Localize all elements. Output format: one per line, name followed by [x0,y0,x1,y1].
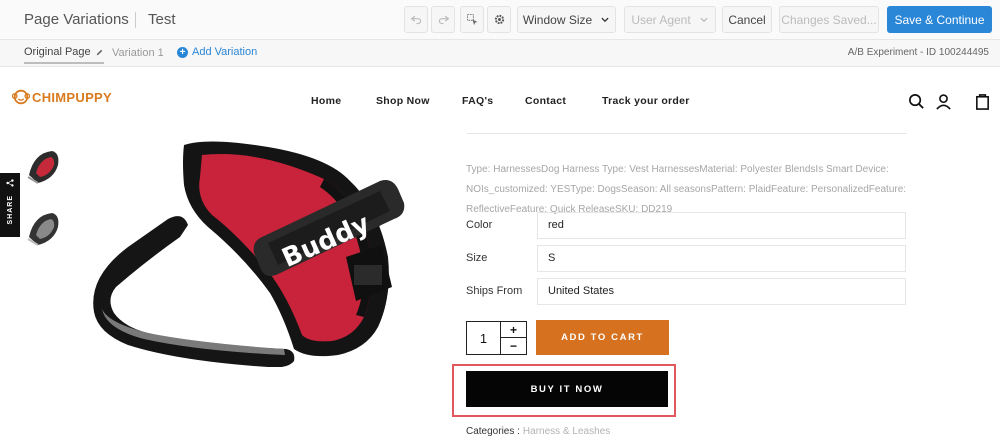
buy-it-now-button[interactable]: BUY IT NOW [466,371,668,407]
product-description: Type: HarnessesDog Harness Type: Vest Ha… [466,164,907,215]
share-label: SHARE [6,195,14,225]
color-label: Color [466,219,493,231]
window-size-label: Window Size [522,12,593,27]
nav-home[interactable]: Home [311,95,341,107]
undo-button[interactable] [404,6,428,33]
gear-icon [494,14,504,25]
nav-faqs[interactable]: FAQ's [462,95,493,107]
search-icon[interactable] [908,93,925,110]
element-select-button[interactable] [460,6,484,33]
category-link[interactable]: Harness & Leashes [523,426,610,437]
cancel-button[interactable]: Cancel [722,6,772,33]
user-agent-dropdown[interactable]: User Agent [624,6,716,33]
share-button[interactable]: SHARE [0,173,20,237]
tab-original-page[interactable]: Original Page [24,46,104,64]
window-size-dropdown[interactable]: Window Size [517,6,616,33]
redo-button[interactable] [431,6,455,33]
element-select-icon [466,14,477,26]
monkey-logo-icon [12,89,30,105]
quantity-decrease-button[interactable]: − [500,338,526,354]
quantity-increase-button[interactable]: + [500,322,526,338]
undo-icon [410,15,421,25]
test-name[interactable]: Test [148,11,176,28]
categories-label: Categories : [466,426,520,437]
product-image: Buddy [93,141,405,367]
ships-from-label: Ships From [466,285,523,297]
quantity-input[interactable]: 1 [467,322,500,354]
variations-bar: Original Page Variation 1 + Add Variatio… [0,40,1000,67]
tab-variation-1[interactable]: Variation 1 [112,47,164,59]
quantity-stepper: 1 + − [466,321,527,355]
add-variation-label: Add Variation [192,46,258,58]
logo-text: CHIMPUPPY [32,89,112,105]
nav-track-order[interactable]: Track your order [602,95,690,107]
changes-saved-status: Changes Saved... [779,6,879,33]
share-icon [6,179,14,187]
toolbar-divider [135,12,136,28]
categories: Categories : Harness & Leashes [466,426,610,437]
chevron-down-icon [700,17,708,22]
ships-from-value: United States [537,278,906,305]
save-continue-button[interactable]: Save & Continue [887,6,992,33]
experiment-id: A/B Experiment - ID 100244495 [847,47,989,58]
product-thumbnail-1[interactable] [24,145,64,187]
account-icon[interactable] [935,93,952,110]
size-value: S [537,245,906,272]
tab-original-label: Original Page [24,46,91,58]
plus-circle-icon: + [177,46,188,58]
product-thumbnail-2[interactable] [24,207,64,249]
cart-icon[interactable] [974,93,991,110]
add-to-cart-button[interactable]: ADD TO CART [536,320,669,355]
divider [467,133,907,134]
editor-title: Page Variations [24,11,129,28]
color-value: red [537,212,906,239]
nav-contact[interactable]: Contact [525,95,566,107]
redo-icon [438,15,449,25]
pencil-icon[interactable] [95,48,104,57]
add-variation-button[interactable]: + Add Variation [177,46,257,58]
site-logo[interactable]: CHIMPUPPY [12,88,112,106]
nav-shop-now[interactable]: Shop Now [376,95,430,107]
editor-toolbar: Page Variations Test Window Size User Ag… [0,0,1000,40]
settings-button[interactable] [487,6,511,33]
user-agent-label: User Agent [631,12,691,27]
site-preview: CHIMPUPPY Home Shop Now FAQ's Contact Tr… [0,67,1000,443]
size-label: Size [466,252,488,264]
chevron-down-icon [601,17,609,22]
